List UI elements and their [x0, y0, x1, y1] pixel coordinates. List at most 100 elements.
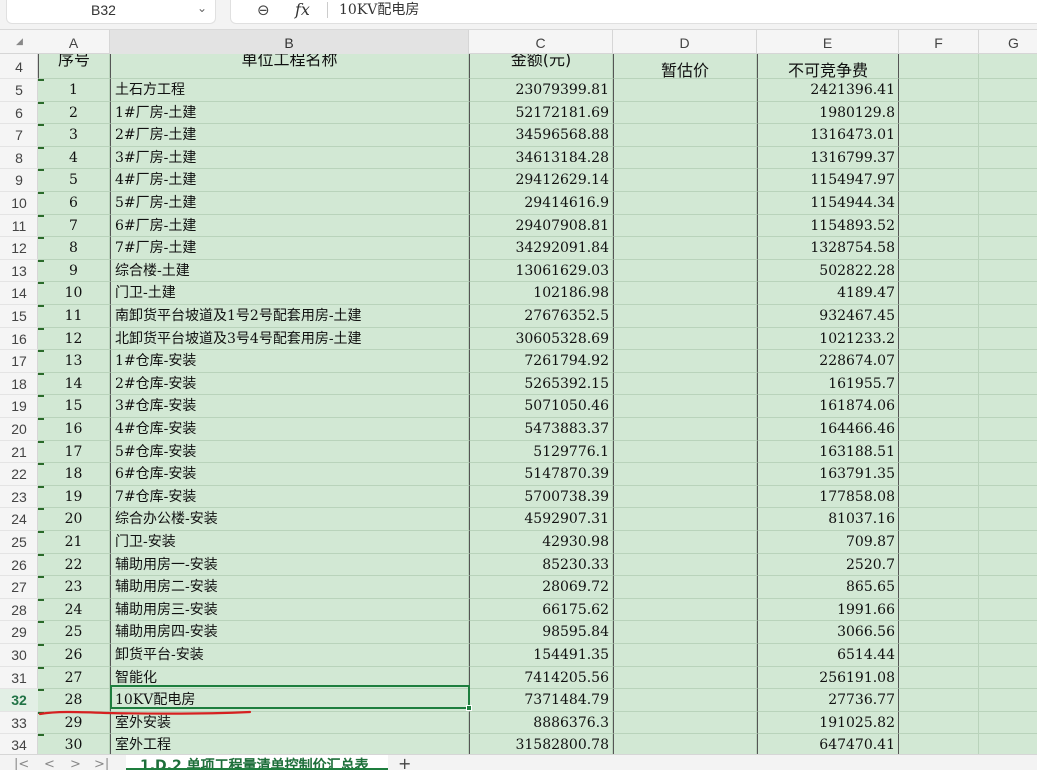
cell-f[interactable]	[899, 214, 979, 238]
row-header[interactable]: 9	[0, 169, 38, 192]
cell-g[interactable]	[979, 734, 1037, 754]
cell-f[interactable]	[899, 395, 979, 418]
row-header[interactable]: 7	[0, 124, 38, 147]
cell-amount[interactable]: 5700738.39	[469, 485, 613, 509]
row-header[interactable]: 31	[0, 667, 38, 690]
column-header-d[interactable]: D	[613, 30, 757, 54]
cell-g[interactable]	[979, 599, 1037, 622]
cell-provisional[interactable]	[613, 259, 757, 283]
cell-provisional[interactable]	[613, 192, 757, 215]
cell-f[interactable]	[899, 440, 979, 464]
select-all-corner[interactable]: ◢	[0, 30, 38, 54]
cell-seq[interactable]: 13	[38, 350, 110, 373]
cell-noncompetitive[interactable]: 865.65	[757, 576, 899, 599]
cell-unit-name[interactable]: 4#仓库-安装	[110, 418, 469, 441]
cell-unit-name[interactable]: 辅助用房二-安装	[110, 576, 469, 599]
cell-seq[interactable]: 7	[38, 214, 110, 238]
cell-f[interactable]	[899, 689, 979, 712]
cell-noncompetitive[interactable]: 27736.77	[757, 689, 899, 712]
row-header[interactable]: 17	[0, 350, 38, 373]
cell-provisional[interactable]	[613, 485, 757, 509]
cell-unit-name[interactable]: 智能化	[110, 666, 469, 690]
cell-provisional[interactable]	[613, 237, 757, 260]
cell-amount[interactable]: 5071050.46	[469, 395, 613, 418]
cell-unit-name[interactable]: 3#厂房-土建	[110, 146, 469, 170]
row-header[interactable]: 14	[0, 282, 38, 305]
cell-amount[interactable]: 7414205.56	[469, 666, 613, 690]
fx-icon[interactable]: fx	[295, 0, 310, 20]
cell-noncompetitive[interactable]: 2421396.41	[757, 79, 899, 102]
cell-unit-name[interactable]: 4#厂房-土建	[110, 169, 469, 192]
cell-amount[interactable]: 27676352.5	[469, 305, 613, 328]
cell-f[interactable]	[899, 259, 979, 283]
name-box[interactable]: B32 ⌄	[6, 0, 216, 24]
formula-value[interactable]: 10KV配电房	[339, 0, 419, 20]
sheet-tab-active[interactable]: 1.D.2 单项工程量清单控制价汇总表	[126, 755, 388, 770]
cell-seq[interactable]: 6	[38, 192, 110, 215]
cell-amount[interactable]: 7261794.92	[469, 350, 613, 373]
header-unit-name[interactable]: 单位工程名称	[110, 54, 469, 79]
cell-provisional[interactable]	[613, 146, 757, 170]
cell-f[interactable]	[899, 508, 979, 531]
cell-provisional[interactable]	[613, 621, 757, 644]
cell-g[interactable]	[979, 373, 1037, 396]
formula-input[interactable]: ⊖ fx 10KV配电房	[230, 0, 1037, 24]
column-header-a[interactable]: A	[38, 30, 110, 54]
cell-g[interactable]	[979, 576, 1037, 599]
cell-noncompetitive[interactable]: 1991.66	[757, 598, 899, 622]
cell-amount[interactable]: 42930.98	[469, 531, 613, 554]
cell-seq[interactable]: 8	[38, 237, 110, 260]
cell-unit-name[interactable]: 北卸货平台坡道及3号4号配套用房-土建	[110, 327, 469, 351]
cell-g[interactable]	[979, 192, 1037, 215]
cell-g[interactable]	[979, 441, 1037, 464]
cell-amount[interactable]: 34596568.88	[469, 124, 613, 147]
cell-seq[interactable]: 11	[38, 305, 110, 328]
cell-seq[interactable]: 24	[38, 598, 110, 622]
cell-unit-name[interactable]: 辅助用房三-安装	[110, 598, 469, 622]
cell-g[interactable]	[979, 554, 1037, 577]
cell-noncompetitive[interactable]: 647470.41	[757, 734, 899, 754]
cell-provisional[interactable]	[613, 666, 757, 690]
cell-f[interactable]	[899, 169, 979, 192]
row-header[interactable]: 25	[0, 531, 38, 554]
cell-noncompetitive[interactable]: 1328754.58	[757, 237, 899, 260]
cell-g[interactable]	[979, 328, 1037, 351]
cell-g[interactable]	[979, 508, 1037, 531]
cell-noncompetitive[interactable]: 502822.28	[757, 259, 899, 283]
cell-provisional[interactable]	[613, 282, 757, 305]
row-header[interactable]: 5	[0, 79, 38, 102]
cell-provisional[interactable]	[613, 124, 757, 147]
cell-unit-name[interactable]: 5#仓库-安装	[110, 440, 469, 464]
cell-amount[interactable]: 29414616.9	[469, 192, 613, 215]
cell-amount[interactable]: 34292091.84	[469, 237, 613, 260]
cell-g[interactable]	[979, 689, 1037, 712]
cell-seq[interactable]: 1	[38, 79, 110, 102]
cell-f[interactable]	[899, 463, 979, 486]
cell-f[interactable]	[899, 237, 979, 260]
chevron-down-icon[interactable]: ⌄	[197, 1, 207, 15]
cell-g[interactable]	[979, 260, 1037, 283]
row-header[interactable]: 10	[0, 192, 38, 215]
cell-provisional[interactable]	[613, 689, 757, 712]
cell-provisional[interactable]	[613, 101, 757, 125]
cell-f[interactable]	[899, 79, 979, 102]
cell-provisional[interactable]	[613, 463, 757, 486]
select-all-icon[interactable]: ◢	[16, 37, 23, 47]
cell-f[interactable]	[899, 711, 979, 735]
cell-g[interactable]	[979, 169, 1037, 192]
cell-amount[interactable]: 66175.62	[469, 598, 613, 622]
cell-unit-name[interactable]: 综合楼-土建	[110, 259, 469, 283]
cell-g[interactable]	[979, 463, 1037, 486]
header-noncompetitive[interactable]: 不可竞争费	[757, 54, 899, 79]
row-header[interactable]: 20	[0, 418, 38, 441]
cell-noncompetitive[interactable]: 228674.07	[757, 350, 899, 373]
row-header[interactable]: 12	[0, 237, 38, 260]
cell-f[interactable]	[899, 305, 979, 328]
cell-g[interactable]	[979, 102, 1037, 125]
cell-seq[interactable]: 15	[38, 395, 110, 418]
cell-g[interactable]	[979, 395, 1037, 418]
row-header[interactable]: 15	[0, 305, 38, 328]
cell-provisional[interactable]	[613, 169, 757, 192]
cell-provisional[interactable]	[613, 372, 757, 396]
cell-f[interactable]	[899, 666, 979, 690]
